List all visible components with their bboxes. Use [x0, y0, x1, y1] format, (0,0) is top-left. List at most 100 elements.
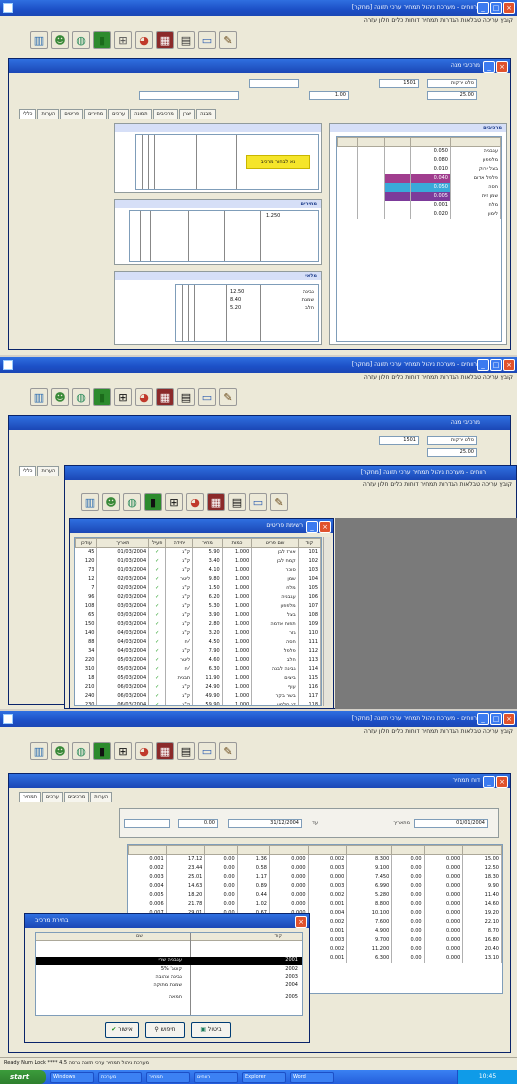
- taskbar-item[interactable]: Word: [290, 1071, 334, 1083]
- col-header[interactable]: [383, 137, 411, 147]
- table-row[interactable]: 96 02/03/2004 ✓ ק"ג 6.20 1.000 עגבניה 106: [75, 592, 321, 602]
- tab-notes[interactable]: הערות: [90, 792, 113, 802]
- to-date-field[interactable]: 31/12/2004: [228, 819, 302, 828]
- tab-ingredients[interactable]: מרכיבים: [63, 792, 90, 802]
- col-header[interactable]: [450, 137, 501, 147]
- meal-icon[interactable]: ◕: [135, 388, 153, 406]
- calculator-icon[interactable]: ▦: [156, 31, 174, 49]
- tab-costing[interactable]: תמחיר: [19, 792, 41, 802]
- menu-bar[interactable]: קובץ עריכה טבלאות הגדרות תמחיר דוחות כלי…: [0, 373, 517, 383]
- table-row[interactable]: 140 04/03/2004 ✓ ק"ג 3.20 1.000 גזר 110: [75, 628, 321, 638]
- table-row[interactable]: 0.005 שמן זית: [337, 191, 501, 201]
- name-field[interactable]: סלט ירקות: [427, 436, 477, 445]
- pen-icon[interactable]: ✎: [219, 388, 237, 406]
- dialog-find-button[interactable]: ⚲ חיפוש: [145, 1022, 185, 1038]
- table-row[interactable]: 0.002 23.44 0.00 0.58 0.000 0.003 9.100 0.00 0.0…: [128, 863, 502, 873]
- col-header[interactable]: [423, 845, 464, 855]
- book-icon[interactable]: ▮: [93, 742, 111, 760]
- col-header-name[interactable]: שם פריט: [251, 538, 299, 548]
- table-row[interactable]: 34 04/03/2004 ✓ ק"ג 7.90 1.000 פלפל 112: [75, 646, 321, 656]
- cart-icon[interactable]: ⊞: [114, 742, 132, 760]
- dialog-item-name[interactable]: עגבניה שרי: [158, 957, 182, 963]
- people-icon[interactable]: ☻: [51, 742, 69, 760]
- table-row[interactable]: 65 03/03/2004 ✓ ק"ג 3.90 1.000 בצל 108: [75, 610, 321, 620]
- code-field[interactable]: 1501: [379, 436, 419, 445]
- people-icon[interactable]: ☻: [51, 388, 69, 406]
- pen-icon[interactable]: ✎: [270, 493, 288, 511]
- desc-field[interactable]: [139, 91, 239, 100]
- meal-icon[interactable]: ◕: [135, 31, 153, 49]
- folder-icon[interactable]: ▭: [198, 742, 216, 760]
- tab-values[interactable]: ערכים: [108, 109, 130, 119]
- meal-icon[interactable]: ◕: [135, 742, 153, 760]
- maximize-button[interactable]: □: [490, 713, 502, 725]
- table-row[interactable]: 12 02/03/2004 ✓ ליטר 9.80 1.000 שמן 104: [75, 574, 321, 584]
- meal-icon[interactable]: ◕: [186, 493, 204, 511]
- maximize-button[interactable]: □: [490, 2, 502, 14]
- menu-bar[interactable]: קובץ עריכה טבלאות הגדרות תמחיר דוחות כלי…: [0, 727, 517, 737]
- table-row[interactable]: 45 01/03/2004 ✓ ק"ג 5.90 1.000 אורז לבן 101: [75, 547, 321, 557]
- taskbar-item[interactable]: Explorer: [242, 1071, 286, 1083]
- cart-icon[interactable]: ⊞: [114, 388, 132, 406]
- value-field[interactable]: 0.00: [178, 819, 218, 828]
- table-row[interactable]: 0.004 14.63 0.00 0.89 0.000 0.003 6.990 0.00 0.0…: [128, 881, 502, 891]
- price-field[interactable]: 25.00: [427, 448, 477, 457]
- tab-prices[interactable]: מחירים: [84, 109, 108, 119]
- table-row[interactable]: 120 01/03/2004 ✓ ק"ג 3.40 1.000 קמח לבן 102: [75, 556, 321, 566]
- report-minimize-button[interactable]: _: [483, 776, 495, 788]
- col-header[interactable]: [268, 845, 309, 855]
- tab-image[interactable]: תמונה: [130, 109, 152, 119]
- dialog-item-name[interactable]: גבינה צהובה: [155, 974, 182, 980]
- table-row[interactable]: 0.001 מלח: [337, 200, 501, 210]
- dialog-close-button[interactable]: ×: [295, 916, 307, 928]
- col-header[interactable]: [307, 845, 348, 855]
- tab-maker[interactable]: יצרן: [178, 109, 196, 119]
- table-row[interactable]: 240 06/03/2004 ✓ ק"ג 49.90 1.000 בשר בקר 117: [75, 691, 321, 701]
- tab-notes[interactable]: הערות: [37, 109, 60, 119]
- inner-close-button[interactable]: ×: [496, 61, 508, 73]
- dialog-item-code[interactable]: 2003: [285, 974, 298, 980]
- col-header[interactable]: [236, 845, 270, 855]
- items-close-button[interactable]: ×: [319, 521, 331, 533]
- code-field[interactable]: 1501: [379, 79, 419, 88]
- minimize-button[interactable]: _: [477, 713, 489, 725]
- search-field[interactable]: [124, 819, 170, 828]
- stock-row-2[interactable]: שמנת: [302, 297, 314, 303]
- table-row[interactable]: 0.001 17.12 0.00 1.36 0.000 0.002 8.300 0.00 0.0…: [128, 854, 502, 864]
- table-row[interactable]: 230 06/03/2004 ✓ ק"ג 59.90 1.000 דג סלמון 118: [75, 700, 321, 705]
- table-row[interactable]: 0.003 25.01 0.00 1.17 0.000 0.000 7.450 0.00 0.0…: [128, 872, 502, 882]
- globe-icon[interactable]: ◍: [123, 493, 141, 511]
- menu-bar[interactable]: קובץ עריכה טבלאות הגדרות תמחיר דוחות כלי…: [0, 16, 517, 26]
- table-row[interactable]: 210 06/03/2004 ✓ ק"ג 24.90 1.000 עוף 116: [75, 682, 321, 692]
- calculator-icon[interactable]: ▦: [207, 493, 225, 511]
- tab-structure[interactable]: מבנה: [196, 109, 216, 119]
- cart-icon[interactable]: ⊞: [114, 31, 132, 49]
- tab-ingredients[interactable]: מרכיבים: [152, 109, 178, 119]
- col-header[interactable]: [204, 845, 238, 855]
- folder-icon[interactable]: ▭: [198, 31, 216, 49]
- dialog-item-code[interactable]: 2005: [285, 994, 298, 1000]
- col-header[interactable]: [391, 845, 425, 855]
- table-row[interactable]: 0.010 בצל ירוק: [337, 164, 501, 174]
- table-row[interactable]: 0.050 עגבניה: [337, 146, 501, 156]
- start-button[interactable]: start: [0, 1070, 46, 1084]
- bar-chart-icon[interactable]: ▥: [30, 31, 48, 49]
- tab-general[interactable]: כללי: [19, 466, 37, 476]
- inner-minimize-button[interactable]: _: [483, 61, 495, 73]
- col-header[interactable]: [462, 845, 502, 855]
- document-icon[interactable]: ▤: [177, 388, 195, 406]
- dialog-item-code[interactable]: 2002: [285, 966, 298, 972]
- dialog-col-name[interactable]: שם: [136, 933, 143, 941]
- document-icon[interactable]: ▤: [177, 31, 195, 49]
- extra-field[interactable]: [249, 79, 299, 88]
- book-icon[interactable]: ▮: [93, 31, 111, 49]
- people-icon[interactable]: ☻: [102, 493, 120, 511]
- col-header-unit[interactable]: יחידה: [165, 538, 194, 548]
- taskbar-item[interactable]: תמחיר: [146, 1071, 190, 1083]
- close-button[interactable]: ×: [503, 2, 515, 14]
- folder-icon[interactable]: ▭: [249, 493, 267, 511]
- pen-icon[interactable]: ✎: [219, 31, 237, 49]
- table-row[interactable]: 18 05/03/2004 ✓ תבנית 11.90 1.000 ביצים 115: [75, 673, 321, 683]
- dialog-ok-button[interactable]: ✔ אישור: [105, 1022, 139, 1038]
- bar-chart-icon[interactable]: ▥: [81, 493, 99, 511]
